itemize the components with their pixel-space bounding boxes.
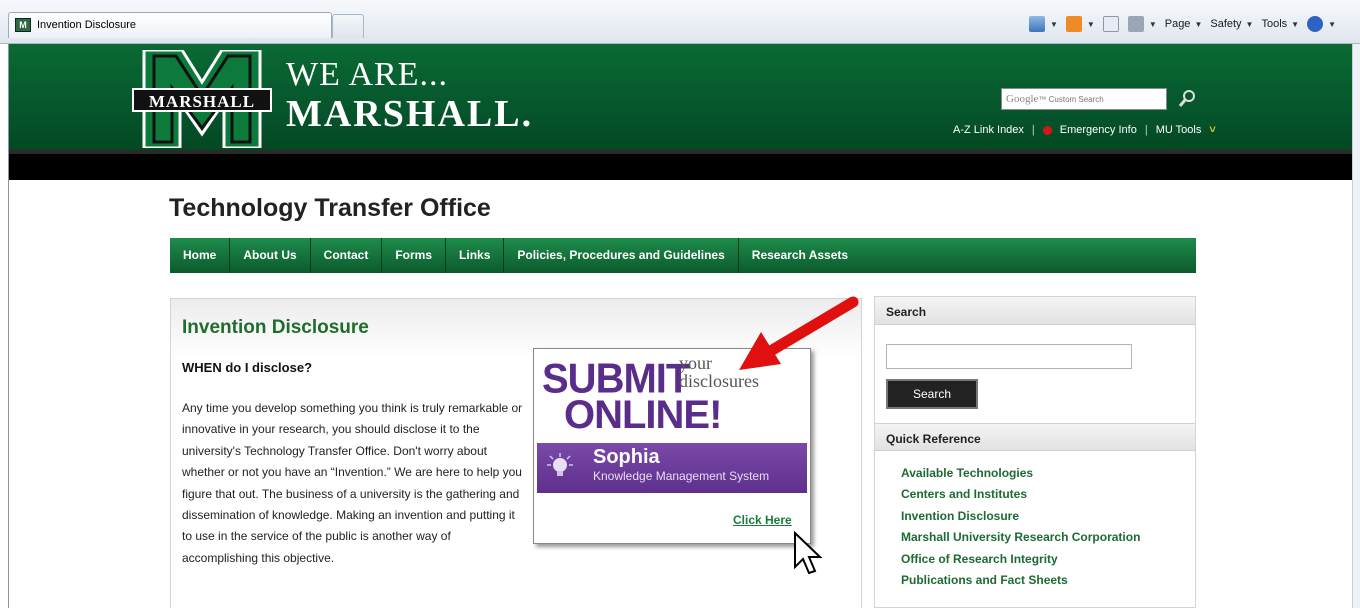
sidebar: Search Search Quick Reference Available …: [874, 296, 1196, 608]
search-heading: Search: [875, 297, 1195, 325]
new-tab-button[interactable]: [332, 14, 364, 38]
quick-reference-list: Available Technologies Centers and Insti…: [901, 463, 1140, 591]
nav-contact[interactable]: Contact: [311, 238, 383, 273]
nav-research-assets[interactable]: Research Assets: [739, 238, 861, 273]
logo-text: MARSHALL: [148, 92, 256, 111]
site-search-input[interactable]: Google™ Custom Search: [1001, 88, 1167, 110]
quick-reference-heading: Quick Reference: [875, 423, 1195, 451]
nav-about-us[interactable]: About Us: [230, 238, 311, 273]
click-here-link[interactable]: Click Here: [733, 513, 792, 527]
chevron-down-icon[interactable]: ▼: [1087, 20, 1095, 29]
chevron-down-icon: ▼: [1194, 19, 1203, 29]
mouse-cursor-icon: [794, 531, 823, 575]
body-paragraph: Any time you develop something you think…: [182, 401, 523, 565]
subheading: WHEN do I disclose?: [182, 360, 313, 375]
tagline-we-are: WE ARE...: [286, 56, 448, 93]
search-button[interactable]: Search: [886, 379, 978, 409]
page-title: Technology Transfer Office: [169, 194, 491, 222]
sophia-subtitle: Knowledge Management System: [593, 469, 770, 483]
sophia-title: Sophia: [593, 446, 660, 468]
content-title: Invention Disclosure: [182, 317, 369, 338]
mu-tools-link[interactable]: MU Tools: [1156, 124, 1202, 136]
sophia-banner: Sophia Knowledge Management System: [537, 443, 807, 493]
search-input[interactable]: [886, 344, 1132, 369]
safety-menu[interactable]: Safety: [1210, 18, 1241, 30]
utility-links: A-Z Link Index | Emergency Info | MU Too…: [953, 124, 1216, 136]
az-link[interactable]: A-Z Link Index: [953, 124, 1024, 136]
alert-icon: [1042, 125, 1052, 135]
quick-link-invention-disclosure[interactable]: Invention Disclosure: [901, 506, 1140, 527]
main-nav: Home About Us Contact Forms Links Polici…: [170, 238, 1196, 273]
header-black-strip: [9, 154, 1352, 180]
submit-online-promo[interactable]: SUBMIT your disclosures ONLINE! Sophia K…: [533, 348, 811, 544]
marshall-favicon-icon: M: [15, 18, 31, 32]
tagline-marshall: MARSHALL.: [286, 93, 534, 135]
browser-toolbar: M Invention Disclosure ▼ ▼ ▼ Page ▼ Safet…: [0, 0, 1360, 44]
lightbulb-icon: [547, 453, 573, 476]
vertical-scrollbar[interactable]: [1352, 44, 1360, 608]
chevron-down-icon: ▼: [1245, 19, 1254, 29]
chevron-down-icon[interactable]: ▼: [1149, 20, 1157, 29]
site-header: MARSHALL WE ARE... MARSHALL. Google™ Cus…: [9, 44, 1352, 154]
quick-link-research-integrity[interactable]: Office of Research Integrity: [901, 549, 1140, 570]
separator: |: [1031, 124, 1035, 136]
help-icon[interactable]: [1307, 16, 1324, 32]
search-icon[interactable]: [1176, 88, 1198, 110]
red-arrow-icon: [739, 296, 859, 370]
quick-link-centers-institutes[interactable]: Centers and Institutes: [901, 484, 1140, 505]
mail-icon[interactable]: [1102, 16, 1119, 32]
feeds-icon[interactable]: [1065, 16, 1082, 32]
command-bar: ▼ ▼ ▼ Page ▼ Safety ▼ Tools ▼ ▼: [1028, 14, 1344, 34]
quick-link-available-technologies[interactable]: Available Technologies: [901, 463, 1140, 484]
page-menu[interactable]: Page: [1165, 18, 1191, 30]
nav-policies[interactable]: Policies, Procedures and Guidelines: [504, 238, 739, 273]
chevron-down-icon: ▼: [1328, 19, 1336, 29]
quick-link-publications[interactable]: Publications and Fact Sheets: [901, 570, 1140, 591]
separator: |: [1144, 124, 1148, 136]
google-label: Google: [1006, 93, 1039, 105]
print-icon[interactable]: [1127, 16, 1144, 32]
custom-search-label: ™ Custom Search: [1038, 95, 1104, 104]
page-viewport: MARSHALL WE ARE... MARSHALL. Google™ Cus…: [8, 44, 1352, 608]
nav-links[interactable]: Links: [446, 238, 505, 273]
promo-your-text: your: [679, 353, 712, 373]
tab-label: Invention Disclosure: [37, 19, 137, 31]
tools-menu[interactable]: Tools: [1261, 18, 1287, 30]
emergency-info-link[interactable]: Emergency Info: [1060, 124, 1137, 136]
nav-home[interactable]: Home: [170, 238, 231, 273]
quick-link-mu-research-corporation[interactable]: Marshall University Research Corporation: [901, 527, 1140, 548]
promo-online-text: ONLINE!: [564, 393, 722, 437]
tab-invention-disclosure[interactable]: M Invention Disclosure: [8, 12, 332, 38]
home-icon[interactable]: [1028, 16, 1045, 32]
chevron-down-icon: ▼: [1291, 19, 1300, 29]
chevron-down-icon[interactable]: ▼: [1050, 20, 1058, 29]
chevron-down-icon[interactable]: ˅: [1209, 124, 1215, 136]
nav-forms[interactable]: Forms: [382, 238, 447, 273]
